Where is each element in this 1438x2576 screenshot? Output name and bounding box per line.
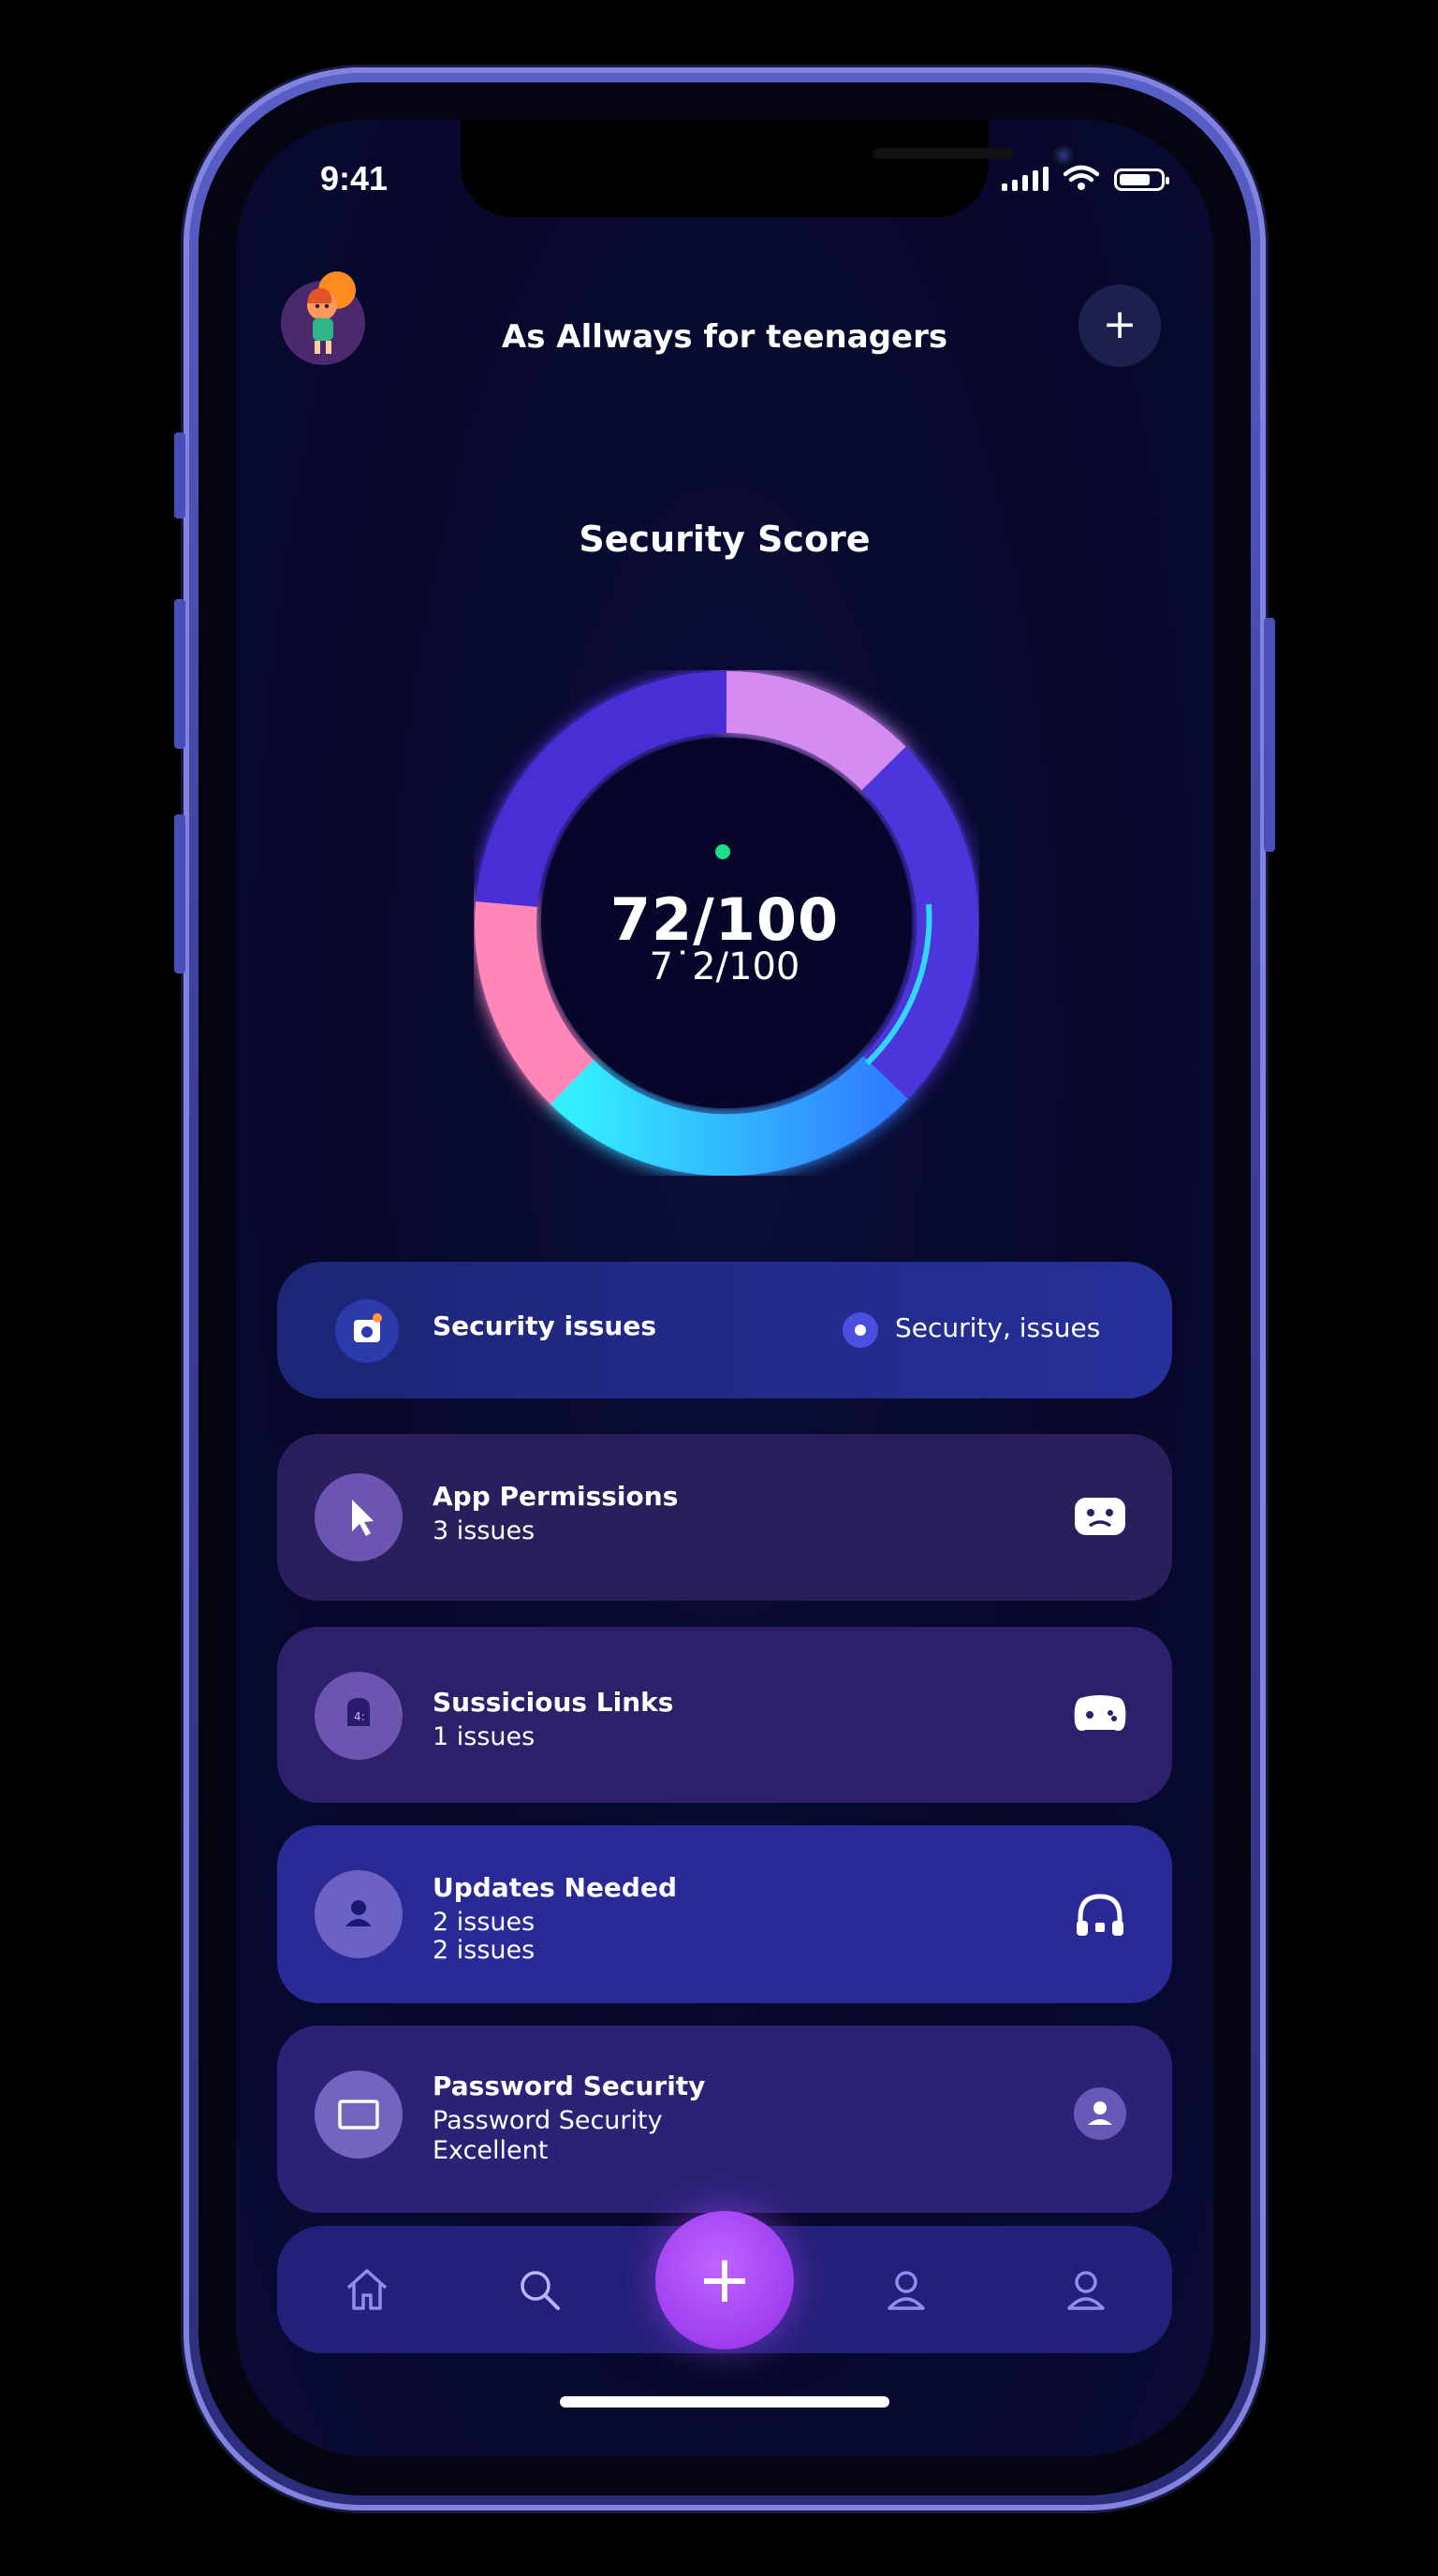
add-fab-button[interactable]: + xyxy=(655,2211,794,2349)
svg-text:4:: 4: xyxy=(354,1710,365,1723)
add-button[interactable]: + xyxy=(1078,285,1161,367)
score-status-dot xyxy=(715,844,730,859)
gamepad-icon[interactable] xyxy=(1071,1689,1129,1741)
card-app-permissions[interactable]: App Permissions 3 issues xyxy=(277,1434,1172,1601)
status-icons xyxy=(1002,165,1169,191)
home-icon[interactable] xyxy=(343,2265,391,2314)
security-score-title: Security Score xyxy=(579,519,871,560)
card-title: App Permissions xyxy=(433,1481,679,1512)
card-detail: Excellent xyxy=(433,2136,549,2165)
volume-up-button xyxy=(174,599,185,749)
mute-switch xyxy=(174,432,185,519)
security-issues-label: Security issues xyxy=(433,1310,656,1341)
card-password-security[interactable]: Password Security Password Security Exce… xyxy=(277,2026,1172,2213)
page-title: As Allways for teenagers xyxy=(501,318,948,356)
account-icon[interactable] xyxy=(1062,2265,1110,2314)
camera xyxy=(1052,144,1075,167)
radio-indicator-icon[interactable] xyxy=(843,1312,878,1348)
volume-down-button xyxy=(174,814,185,973)
speaker xyxy=(873,148,1013,159)
card-detail: 2 issues xyxy=(433,1908,536,1937)
card-detail: Password Security xyxy=(433,2106,663,2135)
camera-icon xyxy=(335,1299,399,1363)
notch xyxy=(461,120,1075,217)
card-title: Updates Needed xyxy=(433,1872,677,1903)
card-title: Sussicious Links xyxy=(433,1687,674,1718)
power-button xyxy=(1264,618,1275,852)
score-value-secondary: 7˙2/100 xyxy=(649,945,800,988)
status-time: 9:41 xyxy=(320,159,389,198)
signal-icon xyxy=(1002,167,1049,191)
card-updates-needed[interactable]: Updates Needed 2 issues 2 issues xyxy=(277,1825,1172,2003)
headphones-icon[interactable] xyxy=(1071,1889,1129,1941)
screen: 9:41 As Allways for teenagers + Security… xyxy=(236,120,1213,2456)
search-icon[interactable] xyxy=(515,2265,564,2314)
card-detail: 3 issues xyxy=(433,1516,536,1545)
user-icon xyxy=(315,1870,403,1958)
card-detail: 2 issues xyxy=(433,1936,536,1965)
home-indicator[interactable] xyxy=(560,2396,889,2408)
lock-icon: 4: xyxy=(315,1672,403,1760)
cursor-icon xyxy=(315,1473,403,1561)
score-value: 72/100 xyxy=(609,886,840,954)
stage: 9:41 As Allways for teenagers + Security… xyxy=(0,0,1438,2576)
sad-face-icon[interactable] xyxy=(1071,1490,1129,1543)
card-title: Password Security xyxy=(433,2071,706,2101)
card-suspicious-links[interactable]: 4: Sussicious Links 1 issues xyxy=(277,1627,1172,1803)
wifi-icon xyxy=(1064,165,1099,190)
security-issues-toggle-label: Security, issues xyxy=(895,1312,1101,1343)
battery-icon xyxy=(1114,168,1169,191)
user-badge-icon[interactable] xyxy=(1071,2087,1129,2140)
security-issues-banner[interactable]: Security issues Security, issues xyxy=(277,1262,1172,1398)
profile-icon[interactable] xyxy=(882,2265,931,2314)
card-detail: 1 issues xyxy=(433,1722,536,1751)
laptop-icon xyxy=(315,2071,403,2159)
